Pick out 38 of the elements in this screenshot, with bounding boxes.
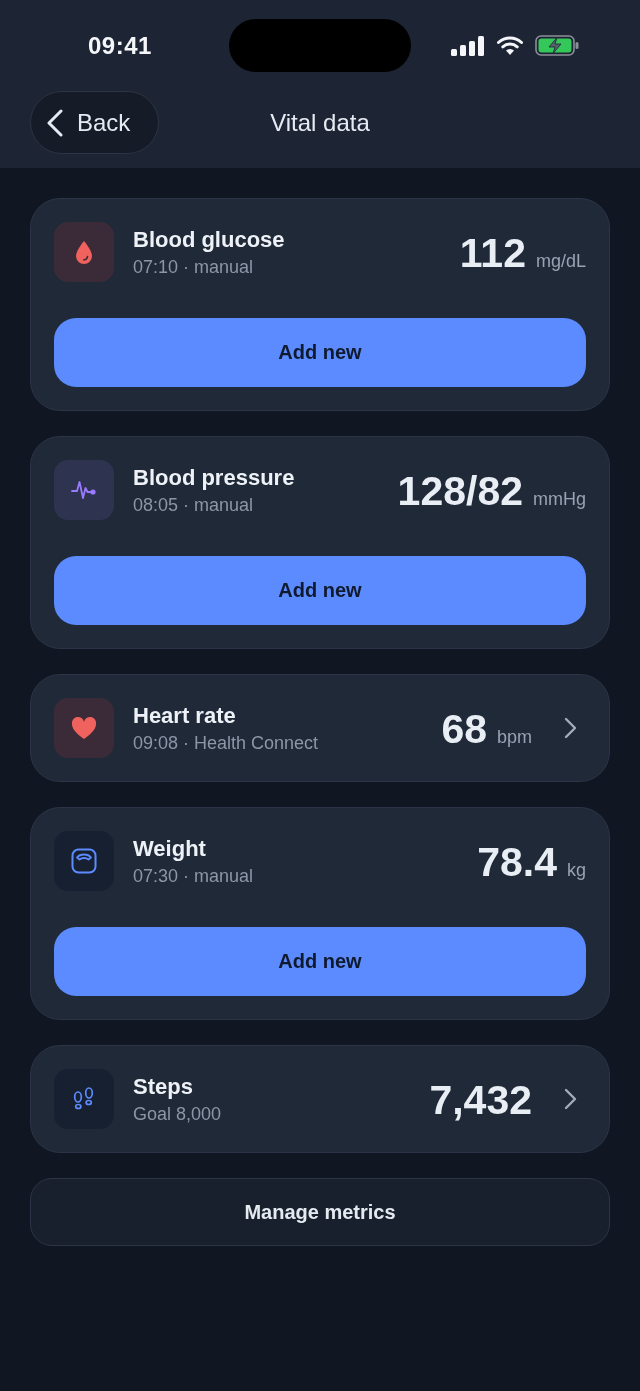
- chevron-left-icon: [47, 108, 63, 137]
- battery-charging-icon: [535, 35, 580, 56]
- manage-metrics-button[interactable]: Manage metrics: [30, 1178, 610, 1246]
- metric-subtitle: 09:08 · Health Connect: [133, 732, 320, 754]
- metric-value: 112: [459, 229, 526, 277]
- status-time: 09:41: [88, 31, 152, 60]
- metric-title: Heart rate: [133, 702, 237, 729]
- metric-value: 68: [441, 705, 487, 753]
- scale-icon: [54, 831, 114, 891]
- metric-unit: kg: [567, 859, 586, 881]
- chevron-right-icon: [564, 717, 578, 739]
- metric-subtitle: Goal 8,000: [133, 1103, 223, 1125]
- metric-subtitle: 07:10 · manual: [133, 256, 255, 278]
- metric-unit: mg/dL: [535, 250, 586, 272]
- metric-value: 128/82: [397, 467, 523, 515]
- metric-unit: mmHg: [533, 488, 586, 510]
- add-new-button[interactable]: Add new: [54, 556, 586, 625]
- metric-subtitle: 08:05 · manual: [133, 494, 255, 516]
- back-button[interactable]: Back: [30, 91, 159, 154]
- metric-unit: bpm: [497, 726, 532, 748]
- metric-card[interactable]: Heart rate 09:08 · Health Connect 68 bpm: [30, 674, 610, 782]
- metric-title: Blood pressure: [133, 464, 296, 491]
- pulse-icon: [54, 460, 114, 520]
- metric-title: Blood glucose: [133, 226, 286, 253]
- chevron-right-icon: [564, 1088, 578, 1110]
- metric-value: 7,432: [429, 1076, 532, 1124]
- metric-title: Weight: [133, 835, 207, 862]
- drop-icon: [54, 222, 114, 282]
- add-new-button[interactable]: Add new: [54, 927, 586, 996]
- wifi-icon: [497, 36, 523, 55]
- signal-icon: [451, 35, 485, 56]
- metric-value: 78.4: [477, 838, 557, 886]
- metric-subtitle: 07:30 · manual: [133, 865, 255, 887]
- metric-card[interactable]: Steps Goal 8,000 7,432: [30, 1045, 610, 1153]
- add-new-button[interactable]: Add new: [54, 318, 586, 387]
- footprints-icon: [54, 1069, 114, 1129]
- metric-title: Steps: [133, 1073, 194, 1100]
- page-title: Vital data: [270, 108, 370, 137]
